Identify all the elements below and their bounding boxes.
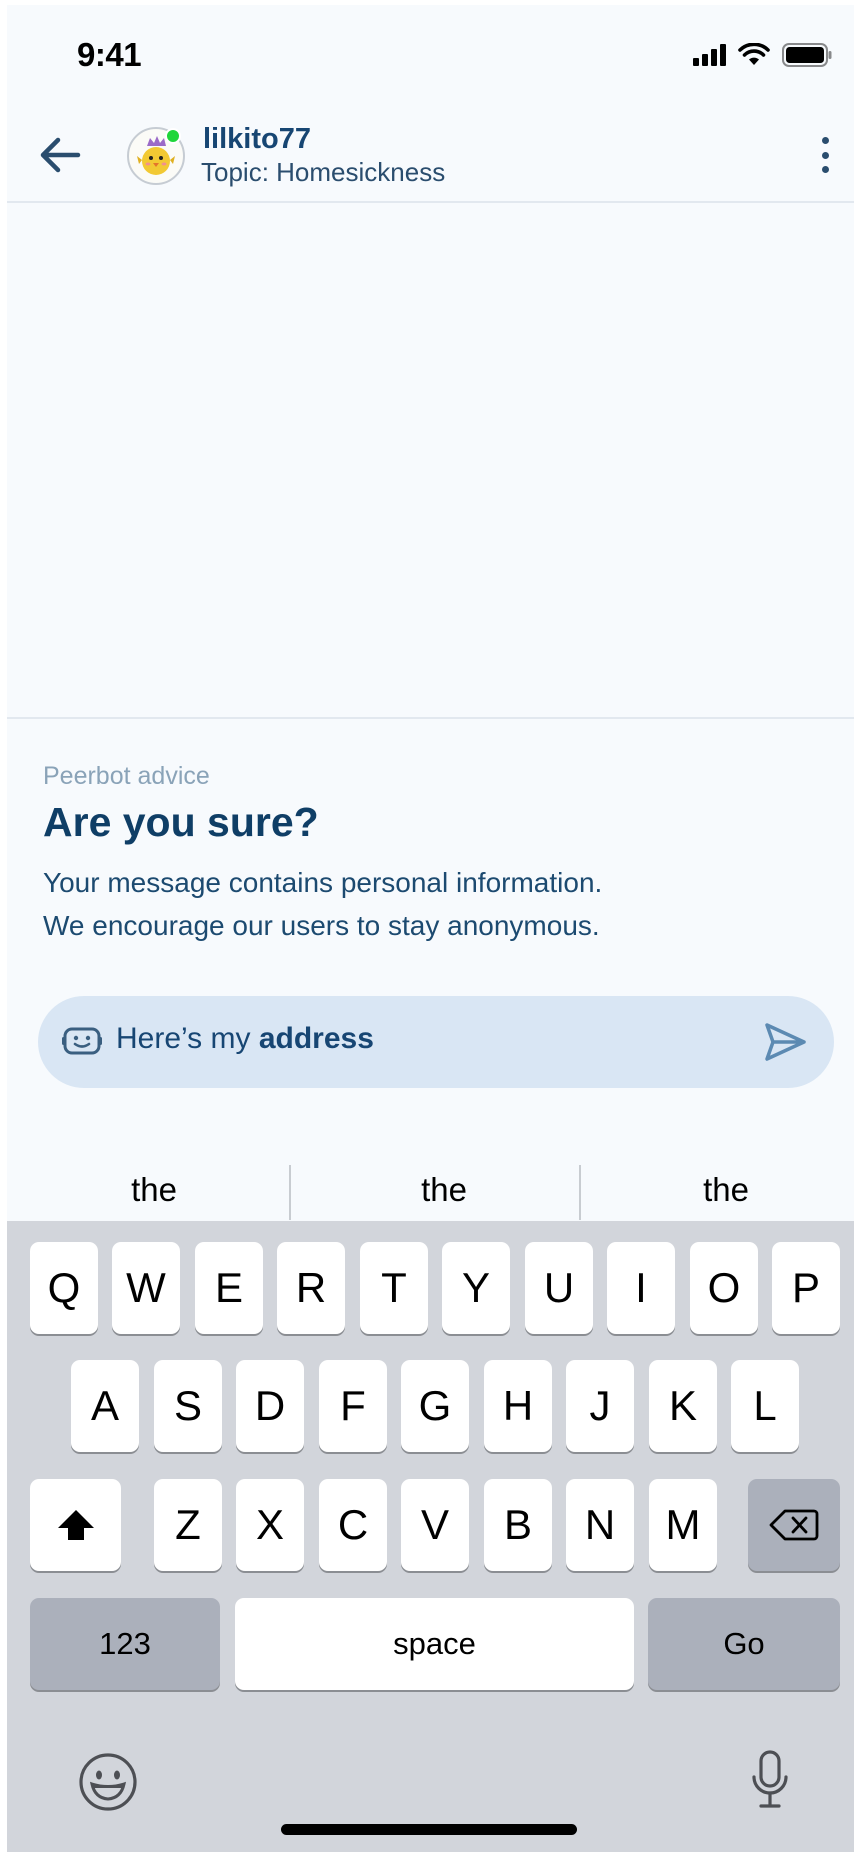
back-button[interactable]: [35, 133, 85, 177]
key-p[interactable]: P: [772, 1242, 840, 1334]
wifi-icon: [738, 43, 770, 65]
home-indicator[interactable]: [281, 1824, 577, 1835]
keyboard: Q W E R T Y U I O P A S D F G H J K L Z …: [7, 1221, 854, 1852]
key-o[interactable]: O: [690, 1242, 758, 1334]
key-q[interactable]: Q: [30, 1242, 98, 1334]
advice-body: Your message contains personal informati…: [43, 861, 823, 947]
keyboard-suggestions: the the the: [7, 1155, 854, 1225]
chat-screen: 9:41 lilkito77 Topic: Homesickness Peerb…: [7, 5, 854, 1852]
key-y[interactable]: Y: [442, 1242, 510, 1334]
key-n[interactable]: N: [566, 1479, 634, 1571]
numbers-key[interactable]: 123: [30, 1598, 220, 1690]
chat-partner-name: lilkito77: [203, 123, 311, 155]
key-e[interactable]: E: [195, 1242, 263, 1334]
chat-header: lilkito77 Topic: Homesickness: [7, 103, 854, 203]
emoji-icon[interactable]: [77, 1751, 139, 1813]
more-dot: [821, 166, 829, 173]
message-text-prefix: Here’s my: [116, 1022, 259, 1055]
suggestion-divider: [579, 1165, 581, 1220]
suggestion-item[interactable]: the: [591, 1155, 854, 1225]
more-options-button[interactable]: [810, 135, 840, 175]
advice-body-line: We encourage our users to stay anonymous…: [43, 910, 600, 941]
key-k[interactable]: K: [649, 1360, 717, 1452]
key-m[interactable]: M: [649, 1479, 717, 1571]
key-i[interactable]: I: [607, 1242, 675, 1334]
key-u[interactable]: U: [525, 1242, 593, 1334]
chat-topic: Topic: Homesickness: [201, 157, 446, 187]
key-w[interactable]: W: [112, 1242, 180, 1334]
backspace-icon: [769, 1509, 819, 1541]
shift-icon: [57, 1510, 94, 1540]
key-z[interactable]: Z: [154, 1479, 222, 1571]
advice-label: Peerbot advice: [43, 762, 210, 790]
peerbot-advice-panel: Peerbot advice Are you sure? Your messag…: [7, 717, 854, 1177]
go-key[interactable]: Go: [648, 1598, 840, 1690]
battery-icon: [782, 43, 832, 67]
send-button[interactable]: [762, 1020, 808, 1064]
suggestion-divider: [289, 1165, 291, 1220]
shift-key[interactable]: [30, 1479, 121, 1571]
key-v[interactable]: V: [401, 1479, 469, 1571]
status-bar: 9:41: [7, 5, 854, 103]
message-text: Here’s my address: [116, 1022, 374, 1056]
more-dot: [821, 151, 829, 159]
suggestion-item[interactable]: the: [19, 1155, 289, 1225]
key-f[interactable]: F: [319, 1360, 387, 1452]
backspace-key[interactable]: [748, 1479, 840, 1571]
advice-body-line: Your message contains personal informati…: [43, 867, 603, 898]
more-dot: [821, 137, 829, 144]
key-d[interactable]: D: [236, 1360, 304, 1452]
key-b[interactable]: B: [484, 1479, 552, 1571]
key-j[interactable]: J: [566, 1360, 634, 1452]
status-time: 9:41: [77, 36, 142, 73]
message-input[interactable]: Here’s my address: [38, 996, 834, 1088]
advice-title: Are you sure?: [43, 799, 319, 845]
key-a[interactable]: A: [71, 1360, 139, 1452]
online-status-dot: [165, 128, 181, 144]
key-s[interactable]: S: [154, 1360, 222, 1452]
key-t[interactable]: T: [360, 1242, 428, 1334]
highlighted-personal-info: address: [258, 1022, 374, 1055]
arrow-left-icon: [40, 137, 81, 173]
key-h[interactable]: H: [484, 1360, 552, 1452]
message-list[interactable]: [7, 205, 854, 717]
key-c[interactable]: C: [319, 1479, 387, 1571]
key-g[interactable]: G: [401, 1360, 469, 1452]
cellular-signal-icon: [693, 44, 726, 66]
space-key[interactable]: space: [235, 1598, 634, 1690]
bot-icon: [62, 1027, 102, 1055]
key-r[interactable]: R: [277, 1242, 345, 1334]
key-l[interactable]: L: [731, 1360, 799, 1452]
key-x[interactable]: X: [236, 1479, 304, 1571]
microphone-icon[interactable]: [750, 1749, 790, 1811]
suggestion-item[interactable]: the: [309, 1155, 579, 1225]
status-icons: [693, 43, 832, 67]
